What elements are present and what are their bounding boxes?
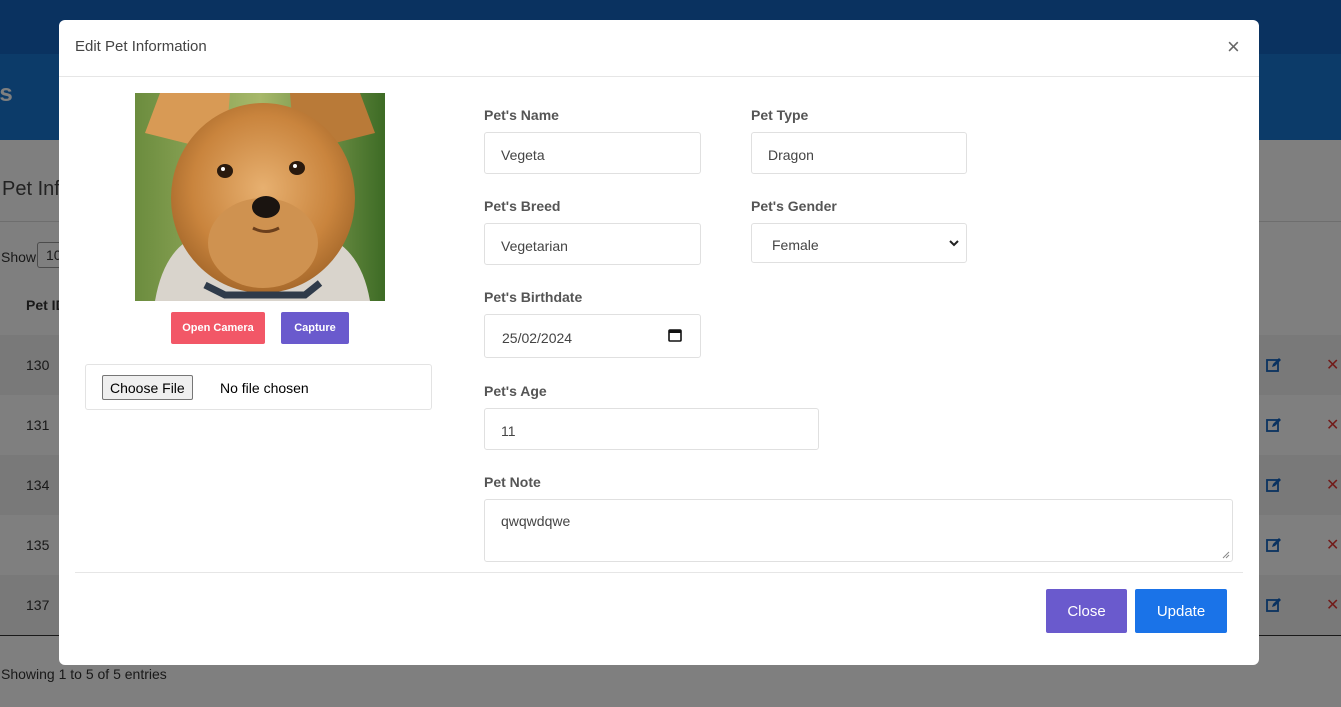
modal-header: Edit Pet Information × (59, 20, 1259, 77)
file-status-text: No file chosen (220, 380, 309, 396)
pet-note-label: Pet Note (484, 474, 541, 490)
chevron-down-icon (949, 240, 959, 247)
pet-photo (135, 93, 385, 301)
close-icon[interactable]: × (1227, 36, 1240, 58)
pet-breed-input[interactable]: Vegetarian (484, 223, 701, 265)
pet-note-textarea[interactable]: qwqwdqwe (484, 499, 1233, 562)
file-upload: Choose File No file chosen (85, 364, 432, 410)
modal-title: Edit Pet Information (75, 38, 207, 55)
modal-footer-divider (75, 572, 1243, 573)
pet-name-input[interactable]: Vegeta (484, 132, 701, 174)
pet-gender-value: Female (772, 237, 819, 253)
close-button[interactable]: Close (1046, 589, 1127, 633)
pet-type-input[interactable]: Dragon (751, 132, 967, 174)
open-camera-button[interactable]: Open Camera (171, 312, 265, 344)
pet-age-input[interactable]: 11 (484, 408, 819, 450)
pet-breed-label: Pet's Breed (484, 198, 561, 214)
calendar-icon[interactable] (668, 328, 682, 342)
pet-note-value: qwqwdqwe (501, 513, 571, 529)
pet-age-label: Pet's Age (484, 383, 547, 399)
pet-breed-value: Vegetarian (501, 238, 568, 254)
pet-gender-select[interactable]: Female (751, 223, 967, 263)
choose-file-button[interactable]: Choose File (102, 375, 193, 400)
pet-birthdate-input[interactable]: 25/02/2024 (484, 314, 701, 358)
pet-age-value: 11 (501, 423, 516, 439)
pet-gender-label: Pet's Gender (751, 198, 837, 214)
pet-name-label: Pet's Name (484, 107, 559, 123)
pet-birthdate-value: 25/02/2024 (502, 330, 573, 346)
pet-birthdate-label: Pet's Birthdate (484, 289, 583, 305)
capture-button[interactable]: Capture (281, 312, 349, 344)
pet-type-value: Dragon (768, 147, 814, 163)
edit-pet-modal: Edit Pet Information × Open Camera Captu… (59, 20, 1259, 665)
update-button[interactable]: Update (1135, 589, 1227, 633)
pet-name-value: Vegeta (501, 147, 545, 163)
pet-type-label: Pet Type (751, 107, 809, 123)
resize-grip-icon[interactable] (1222, 551, 1230, 559)
